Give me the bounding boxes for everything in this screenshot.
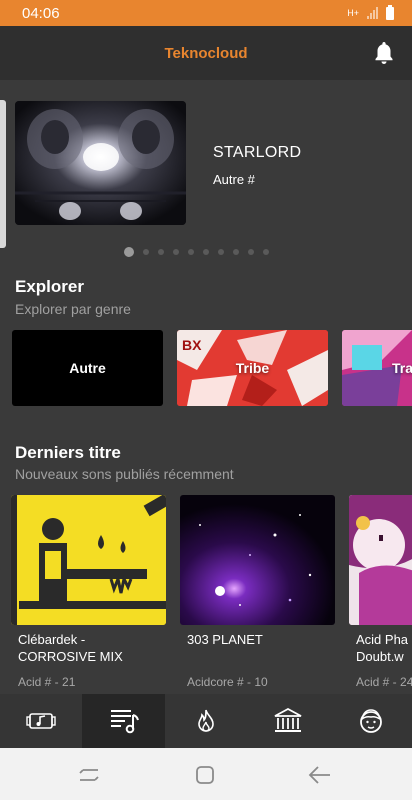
latest-heading: Derniers titre [15,443,121,462]
genre-card-autre[interactable]: Autre [12,330,163,406]
notification-bell-icon[interactable] [372,40,396,66]
recent-apps-icon[interactable] [77,766,101,784]
track-title: Acid Pha Doubt.w [356,632,409,664]
carousel-dot[interactable] [124,247,134,257]
carousel-dot[interactable] [218,249,224,255]
track-artwork[interactable] [11,495,166,625]
music-gallery-icon [26,713,56,729]
library-icon [274,707,302,732]
track-card[interactable]: Acid Pha Doubt.w Acid # - 24 [349,495,412,689]
explore-subheading: Explorer par genre [15,301,131,317]
back-icon[interactable] [308,765,332,785]
status-icons: H+ [347,4,394,20]
carousel-dot[interactable] [248,249,254,255]
track-card[interactable]: 303 PLANET Acidcore # - 10 [180,495,335,689]
tab-gallery[interactable] [0,694,82,748]
battery-icon [386,4,394,20]
track-artwork[interactable] [180,495,335,625]
playlist-icon [110,710,139,734]
genre-card-tribe[interactable]: BX Tribe [177,330,328,406]
featured-artwork[interactable] [15,101,186,225]
home-icon[interactable] [195,765,215,785]
track-meta: Acidcore # - 10 [187,675,268,689]
system-navigation-bar [0,748,412,800]
tab-playlist[interactable] [82,694,165,748]
tab-profile[interactable] [330,694,412,748]
carousel-dot[interactable] [143,249,149,255]
bottom-tab-bar [0,694,412,748]
track-title: 303 PLANET [187,632,263,647]
profile-face-icon [359,709,382,733]
featured-carousel[interactable]: STARLORD Autre # [0,80,412,270]
app-bar: Teknocloud [0,26,412,80]
signal-icon [367,7,378,19]
track-meta: Acid # - 24 [356,675,412,689]
carousel-dot[interactable] [233,249,239,255]
status-time: 04:06 [22,4,60,22]
carousel-dot[interactable] [263,249,269,255]
flame-icon [198,709,214,732]
track-card[interactable]: Clébardek - CORROSIVE MIX Acid # - 21 [11,495,166,689]
carousel-dot[interactable] [158,249,164,255]
carousel-dot[interactable] [188,249,194,255]
previous-slide-edge [0,100,6,248]
tab-trending[interactable] [165,694,247,748]
network-type: H+ [347,8,359,18]
featured-title[interactable]: STARLORD [213,144,301,162]
genre-label: Autre [69,360,106,376]
explore-heading: Explorer [15,277,84,296]
track-meta: Acid # - 21 [18,675,76,689]
track-title: Clébardek - CORROSIVE MIX [18,632,123,664]
carousel-pagination [124,247,269,257]
featured-subtitle: Autre # [213,172,255,187]
status-bar: 04:06 H+ [0,0,412,26]
genre-label: Tribe [235,360,270,376]
genre-label: Tra [392,360,412,376]
carousel-dot[interactable] [203,249,209,255]
svg-text:BX: BX [182,337,202,353]
track-artwork[interactable] [349,495,412,625]
genre-list[interactable]: Autre BX Tribe Tra [12,330,412,406]
tab-library[interactable] [247,694,329,748]
carousel-dot[interactable] [173,249,179,255]
latest-tracks-list[interactable]: Clébardek - CORROSIVE MIX Acid # - 21 30… [11,495,412,689]
main-content[interactable]: STARLORD Autre # Explorer Explorer par g… [0,80,412,694]
app-title: Teknocloud [164,44,248,62]
genre-card-trance[interactable]: Tra [342,330,412,406]
latest-subheading: Nouveaux sons publiés récemment [15,466,234,482]
